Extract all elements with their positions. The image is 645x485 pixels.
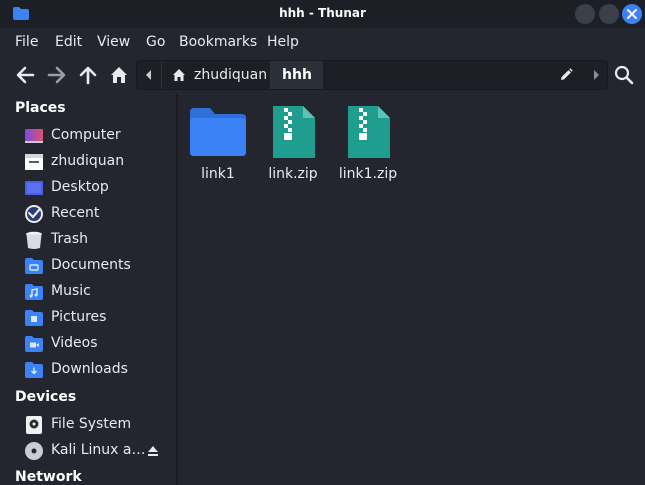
content-scrollbar[interactable] [638, 94, 645, 485]
menu-bar: File Edit View Go Bookmarks Help [0, 29, 645, 55]
file-item-link1-zip[interactable]: link1.zip [328, 106, 408, 196]
sidebar-item-kali-disc[interactable]: Kali Linux a… [0, 438, 176, 464]
sidebar-item-recent[interactable]: Recent [0, 201, 176, 227]
window-title: hhh - Thunar [279, 6, 366, 20]
sidebar-item-file-system[interactable]: File System [0, 412, 176, 438]
videos-folder-icon [25, 336, 43, 352]
home-folder-icon [25, 154, 43, 170]
file-view: link1 link.zip link1.zip [178, 94, 645, 485]
menu-bookmarks[interactable]: Bookmarks [179, 34, 257, 50]
sidebar-item-label: Recent [51, 205, 100, 221]
file-name: link1.zip [338, 166, 398, 182]
path-right-arrow-icon[interactable] [592, 69, 600, 81]
places-heading: Places [15, 100, 66, 116]
computer-icon [25, 129, 43, 143]
breadcrumb-current-label: hhh [282, 67, 312, 83]
maximize-button[interactable] [599, 4, 619, 24]
menu-file[interactable]: File [15, 34, 38, 50]
devices-heading: Devices [15, 389, 77, 405]
recent-icon [25, 205, 43, 223]
menu-go[interactable]: Go [146, 34, 165, 50]
sidebar-item-label: Downloads [51, 361, 128, 377]
breadcrumb-current[interactable]: hhh [271, 61, 323, 89]
title-bar: hhh - Thunar [0, 0, 645, 28]
sidebar-item-computer[interactable]: Computer [0, 123, 176, 149]
sidebar-item-label: File System [51, 416, 132, 432]
file-name: link1 [201, 166, 235, 182]
sidebar: Places Computer zhudiquan Desktop Recent [0, 94, 176, 485]
documents-folder-icon [25, 258, 43, 274]
sidebar-item-home[interactable]: zhudiquan [0, 149, 176, 175]
minimize-button[interactable] [575, 4, 595, 24]
pictures-folder-icon [25, 310, 43, 326]
menu-help[interactable]: Help [267, 34, 299, 50]
toolbar: zhudiquan hhh [0, 56, 645, 94]
sidebar-item-label: Videos [51, 335, 98, 351]
zip-archive-icon [273, 106, 315, 158]
up-arrow-icon[interactable] [78, 65, 98, 85]
sidebar-item-label: Computer [51, 127, 121, 143]
edit-location-icon[interactable] [559, 68, 573, 82]
desktop-folder-icon [25, 181, 43, 195]
file-item-link1[interactable]: link1 [178, 106, 258, 196]
home-icon [173, 69, 185, 81]
menu-edit[interactable]: Edit [55, 34, 82, 50]
sidebar-item-label: Music [51, 283, 91, 299]
location-bar: zhudiquan hhh [136, 60, 608, 90]
close-icon [627, 9, 637, 19]
file-item-link-zip[interactable]: link.zip [253, 106, 333, 196]
sidebar-item-label: Documents [51, 257, 131, 273]
zip-archive-icon [348, 106, 390, 158]
menu-view[interactable]: View [97, 34, 130, 50]
sidebar-item-desktop[interactable]: Desktop [0, 175, 176, 201]
harddisk-icon [26, 416, 42, 434]
downloads-folder-icon [25, 362, 43, 378]
home-icon[interactable] [109, 65, 129, 85]
folder-icon [190, 108, 246, 156]
sidebar-item-downloads[interactable]: Downloads [0, 357, 176, 383]
sidebar-item-documents[interactable]: Documents [0, 253, 176, 279]
close-button[interactable] [622, 4, 642, 24]
sidebar-item-music[interactable]: Music [0, 279, 176, 305]
sidebar-item-pictures[interactable]: Pictures [0, 305, 176, 331]
sidebar-item-trash[interactable]: Trash [0, 227, 176, 253]
sidebar-item-label: Trash [51, 231, 88, 247]
file-name: link.zip [268, 166, 318, 182]
sidebar-item-label: Desktop [51, 179, 109, 195]
breadcrumb-home[interactable]: zhudiquan [161, 61, 271, 89]
sidebar-item-label: zhudiquan [51, 153, 125, 169]
back-arrow-icon[interactable] [15, 65, 35, 85]
forward-arrow-icon[interactable] [47, 65, 67, 85]
eject-icon[interactable] [147, 445, 159, 457]
music-folder-icon [25, 284, 43, 300]
path-left-arrow-icon[interactable] [145, 69, 153, 81]
trash-icon [26, 231, 42, 249]
network-heading: Network [15, 469, 82, 485]
optical-disc-icon [25, 442, 43, 460]
sidebar-item-videos[interactable]: Videos [0, 331, 176, 357]
breadcrumb-home-label: zhudiquan [194, 67, 268, 83]
sidebar-item-label: Kali Linux a… [51, 442, 146, 458]
sidebar-item-label: Pictures [51, 309, 107, 325]
search-icon[interactable] [614, 65, 634, 85]
